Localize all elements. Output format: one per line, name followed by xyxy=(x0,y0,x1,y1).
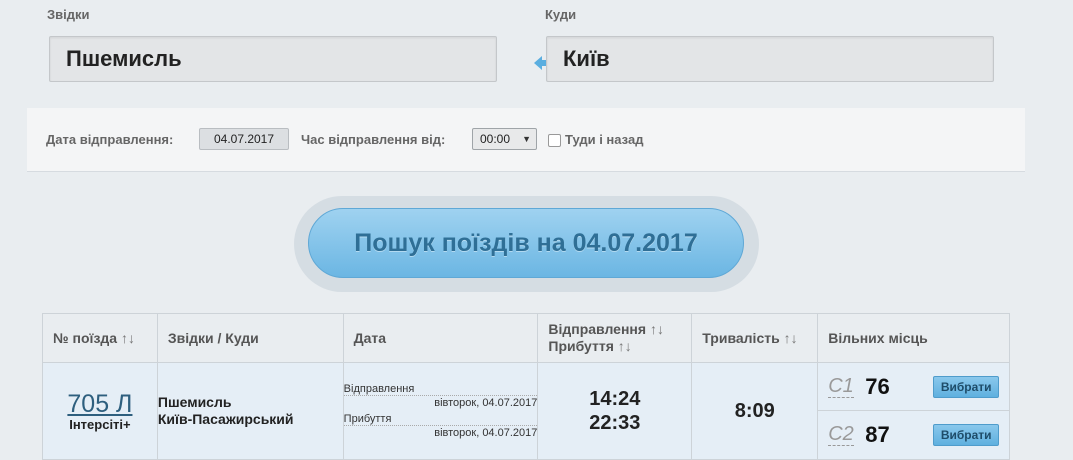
header-duration-label: Тривалість xyxy=(702,330,780,346)
arrival-date-label: Прибуття xyxy=(343,413,392,425)
date-input[interactable]: 04.07.2017 xyxy=(199,128,289,150)
times-cell: 14:24 22:33 xyxy=(537,362,693,460)
header-times[interactable]: Відправлення ↑↓ Прибуття ↑↓ xyxy=(537,313,693,363)
seat-count: 76 xyxy=(865,374,890,399)
sort-icon[interactable]: ↑↓ xyxy=(618,338,632,354)
header-arrival-label: Прибуття xyxy=(548,338,614,354)
header-train-label: № поїзда xyxy=(53,330,118,346)
route-cell: Пшемисль Київ-Пасажирський xyxy=(156,362,344,460)
seat-class-row: С1 76 Вибрати xyxy=(818,363,1009,411)
duration-value: 8:09 xyxy=(734,399,775,422)
route-to: Київ-Пасажирський xyxy=(157,411,294,427)
time-select-value: 00:00 xyxy=(480,132,511,146)
route-panel: Звідки Куди Пшемисль Київ xyxy=(27,0,1025,109)
roundtrip-label[interactable]: Туди і назад xyxy=(565,132,643,147)
arrival-time: 22:33 xyxy=(589,412,641,434)
header-route-label: Звідки / Куди xyxy=(167,330,259,346)
time-select[interactable]: 00:00 ▼ xyxy=(472,128,537,150)
sort-icon[interactable]: ↑↓ xyxy=(121,330,135,346)
departure-date-label: Відправлення xyxy=(343,383,415,395)
arrival-date-value: вівторок, 04.07.2017 xyxy=(343,425,538,439)
date-cell: Відправлення вівторок, 04.07.2017 Прибут… xyxy=(342,362,539,460)
header-date-label: Дата xyxy=(353,330,387,346)
duration-cell: 8:09 xyxy=(691,362,819,460)
to-station-input[interactable]: Київ xyxy=(546,36,994,82)
table-row: 705 Л Інтерсіті+ Пшемисль Київ-Пасажирсь… xyxy=(42,362,1010,460)
sort-icon[interactable]: ↑↓ xyxy=(650,321,664,337)
choose-button[interactable]: Вибрати xyxy=(933,376,1000,398)
seat-class-name[interactable]: С1 xyxy=(828,375,854,398)
header-date: Дата xyxy=(342,313,539,363)
seat-class-row: С2 87 Вибрати xyxy=(818,411,1009,459)
departure-time: 14:24 xyxy=(589,388,641,410)
sort-icon[interactable]: ↑↓ xyxy=(784,330,798,346)
seat-class-name[interactable]: С2 xyxy=(828,423,854,446)
choose-button[interactable]: Вибрати xyxy=(933,424,1000,446)
train-number-link[interactable]: 705 Л xyxy=(43,391,157,417)
header-train-number[interactable]: № поїзда ↑↓ xyxy=(42,313,158,363)
train-type: Інтерсіті+ xyxy=(69,416,131,432)
search-trains-button[interactable]: Пошук поїздів на 04.07.2017 xyxy=(308,208,744,278)
departure-date-value: вівторок, 04.07.2017 xyxy=(343,395,538,409)
table-header-row: № поїзда ↑↓ Звідки / Куди Дата Відправле… xyxy=(42,313,1010,363)
filters-panel: Дата відправлення: 04.07.2017 Час відпра… xyxy=(27,108,1025,172)
from-station-input[interactable]: Пшемисль xyxy=(49,36,497,82)
route-from: Пшемисль xyxy=(157,394,232,410)
header-duration[interactable]: Тривалість ↑↓ xyxy=(691,313,819,363)
seats-cell: С1 76 Вибрати С2 87 Вибрати xyxy=(817,362,1010,460)
header-route: Звідки / Куди xyxy=(156,313,344,363)
trains-table: № поїзда ↑↓ Звідки / Куди Дата Відправле… xyxy=(42,313,1010,460)
search-button-label: Пошук поїздів на 04.07.2017 xyxy=(354,228,698,257)
to-label: Куди xyxy=(545,7,577,22)
date-label: Дата відправлення: xyxy=(46,132,174,147)
seat-count: 87 xyxy=(865,422,890,447)
search-button-frame: Пошук поїздів на 04.07.2017 xyxy=(294,196,759,292)
roundtrip-checkbox[interactable] xyxy=(548,134,561,147)
header-seats: Вільних місць xyxy=(817,313,1010,363)
from-label: Звідки xyxy=(47,7,90,22)
time-label: Час відправлення від: xyxy=(301,132,446,147)
header-seats-label: Вільних місць xyxy=(828,330,928,346)
chevron-down-icon: ▼ xyxy=(522,134,531,144)
train-number-cell: 705 Л Інтерсіті+ xyxy=(42,362,158,460)
header-departure-label: Відправлення xyxy=(548,321,647,337)
